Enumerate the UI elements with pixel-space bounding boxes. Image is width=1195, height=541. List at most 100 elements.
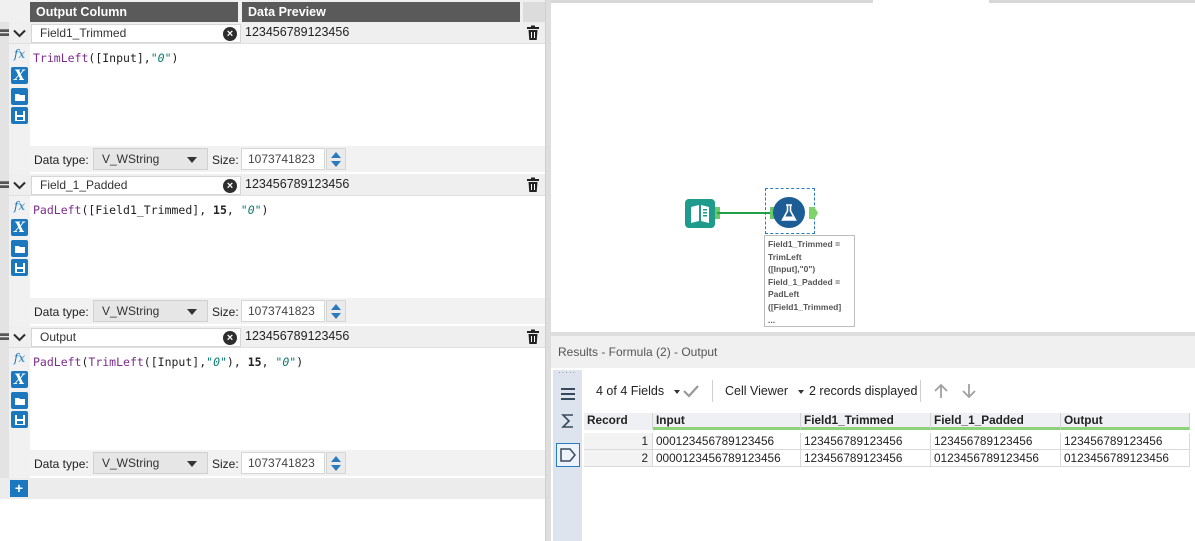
collapse-button[interactable] (9, 22, 30, 44)
size-input[interactable]: 1073741823 (241, 148, 325, 170)
size-stepper[interactable] (326, 452, 346, 474)
cell-viewer-dropdown[interactable]: Cell Viewer (725, 384, 804, 398)
trash-icon[interactable] (526, 25, 540, 41)
column-header-field-1-padded[interactable]: Field_1_Padded (931, 413, 1061, 430)
data-preview-value: 123456789123456 (245, 177, 350, 191)
chevron-down-icon (13, 29, 26, 37)
expression-token: "0" (275, 355, 297, 369)
formula-expression-editor[interactable]: PadLeft(TrimLeft([Input],"0"), 15, "0") (33, 355, 538, 445)
fields-selector[interactable]: 4 of 4 Fields (596, 384, 681, 398)
column-header-input[interactable]: Input (653, 413, 801, 430)
trash-icon[interactable] (526, 329, 540, 345)
variable-x-icon[interactable]: X (11, 371, 28, 388)
expression-token: 15 (247, 355, 262, 369)
size-input[interactable]: 1073741823 (241, 452, 325, 474)
clear-name-button[interactable]: × (223, 179, 237, 193)
book-icon (691, 205, 709, 223)
scroll-up-button[interactable] (932, 382, 950, 400)
column-header-field1-trimmed[interactable]: Field1_Trimmed (801, 413, 931, 430)
trash-icon[interactable] (526, 177, 540, 193)
flask-icon (781, 203, 797, 221)
column-header-record[interactable]: Record (584, 413, 653, 430)
chevron-down-icon (187, 157, 197, 163)
table-view-button[interactable] (558, 384, 578, 404)
metadata-view-button[interactable] (556, 443, 580, 467)
add-formula-row: + (0, 478, 545, 499)
open-folder-icon[interactable] (11, 88, 28, 105)
record-number-cell[interactable]: 2 (584, 450, 653, 467)
input-data-tool-node[interactable] (685, 199, 715, 228)
sigma-icon (561, 414, 573, 428)
save-icon[interactable] (11, 107, 28, 124)
data-preview-value: 123456789123456 (245, 329, 350, 343)
variable-x-icon[interactable]: X (11, 219, 28, 236)
data-type-select[interactable]: V_WString (93, 452, 208, 474)
formula-configuration-panel: Output Column Data Preview ▬ ▬ Field1_Tri… (0, 0, 545, 541)
collapse-button[interactable] (9, 326, 30, 348)
folder-icon (14, 397, 25, 405)
canvas-tab-strip (551, 0, 1195, 3)
fx-icon[interactable]: fx (11, 197, 28, 214)
open-folder-icon[interactable] (11, 240, 28, 257)
connection-line[interactable] (717, 212, 772, 214)
size-label: Size: (212, 457, 239, 471)
table-cell[interactable]: 000123456789123456 (653, 433, 801, 450)
expression-token: ), (226, 355, 248, 369)
formula-expression-editor[interactable]: PadLeft([Field1_Trimmed], 15, "0") (33, 203, 538, 293)
size-stepper[interactable] (326, 148, 346, 170)
toolbar-separator (712, 380, 713, 402)
formula-header-row: Output × 123456789123456 (9, 326, 545, 348)
expression-token: ) (171, 51, 179, 65)
formula-tool-node[interactable] (773, 197, 805, 228)
data-type-value: V_WString (102, 456, 160, 470)
formula-block: ▬ ▬ Field1_Trimmed × 123456789123456 fx X (0, 22, 545, 174)
data-type-select[interactable]: V_WString (93, 300, 208, 322)
fx-icon[interactable]: fx (11, 45, 28, 62)
expression-token: "0" (206, 355, 227, 369)
drag-handle[interactable]: ▬ ▬ (0, 174, 9, 326)
table-cell[interactable]: 123456789123456 (931, 433, 1061, 450)
save-icon[interactable] (11, 411, 28, 428)
table-cell[interactable]: 123456789123456 (801, 433, 931, 450)
summary-view-button[interactable] (558, 411, 578, 431)
drag-handle[interactable]: ▬ ▬ (0, 22, 9, 174)
expression-token: ( (143, 355, 151, 369)
data-type-label: Data type: (34, 153, 89, 167)
formula-header-row: Field1_Trimmed × 123456789123456 (9, 22, 545, 44)
output-column-name-input[interactable]: Output (31, 328, 241, 347)
record-number-cell[interactable]: 1 (584, 433, 653, 450)
open-folder-icon[interactable] (11, 392, 28, 409)
workflow-canvas[interactable]: Field1_Trimmed = TrimLeft ([Input],"0") … (551, 0, 1195, 332)
size-stepper[interactable] (326, 300, 346, 322)
chevron-down-icon (187, 309, 197, 315)
results-panel: Results - Formula (2) - Output ····· 4 o… (551, 336, 1195, 541)
save-icon[interactable] (11, 259, 28, 276)
apply-checkmark-button[interactable] (682, 382, 700, 400)
data-type-row: Data type: V_WString Size: 1073741823 (30, 450, 545, 476)
table-cell[interactable]: 0123456789123456 (1061, 450, 1190, 467)
table-cell[interactable]: 123456789123456 (1061, 433, 1190, 450)
formula-output-anchor[interactable] (809, 207, 818, 219)
output-column-name-input[interactable]: Field_1_Padded (31, 176, 241, 195)
data-type-select[interactable]: V_WString (93, 148, 208, 170)
table-cell[interactable]: 123456789123456 (801, 450, 931, 467)
variable-x-icon[interactable]: X (11, 67, 28, 84)
clear-name-button[interactable]: × (223, 27, 237, 41)
collapse-button[interactable] (9, 174, 30, 196)
chevron-down-icon (13, 181, 26, 189)
scroll-down-button[interactable] (960, 382, 978, 400)
formula-expression-editor[interactable]: TrimLeft([Input],"0") (33, 51, 538, 141)
clear-name-button[interactable]: × (223, 331, 237, 345)
column-header-output[interactable]: Output (1061, 413, 1190, 430)
table-cell[interactable]: 0123456789123456 (931, 450, 1061, 467)
grip-handle[interactable]: ····· (558, 369, 577, 377)
fx-icon[interactable]: fx (11, 349, 28, 366)
size-input[interactable]: 1073741823 (241, 300, 325, 322)
expression-token: "0" (150, 51, 172, 65)
arrow-up-icon (331, 304, 341, 310)
output-column-name-input[interactable]: Field1_Trimmed (31, 24, 241, 43)
expression-token: [Input] (150, 355, 200, 369)
drag-handle[interactable]: ▬ ▬ (0, 326, 9, 478)
add-formula-button[interactable]: + (10, 480, 28, 497)
table-cell[interactable]: 0000123456789123456 (653, 450, 801, 467)
